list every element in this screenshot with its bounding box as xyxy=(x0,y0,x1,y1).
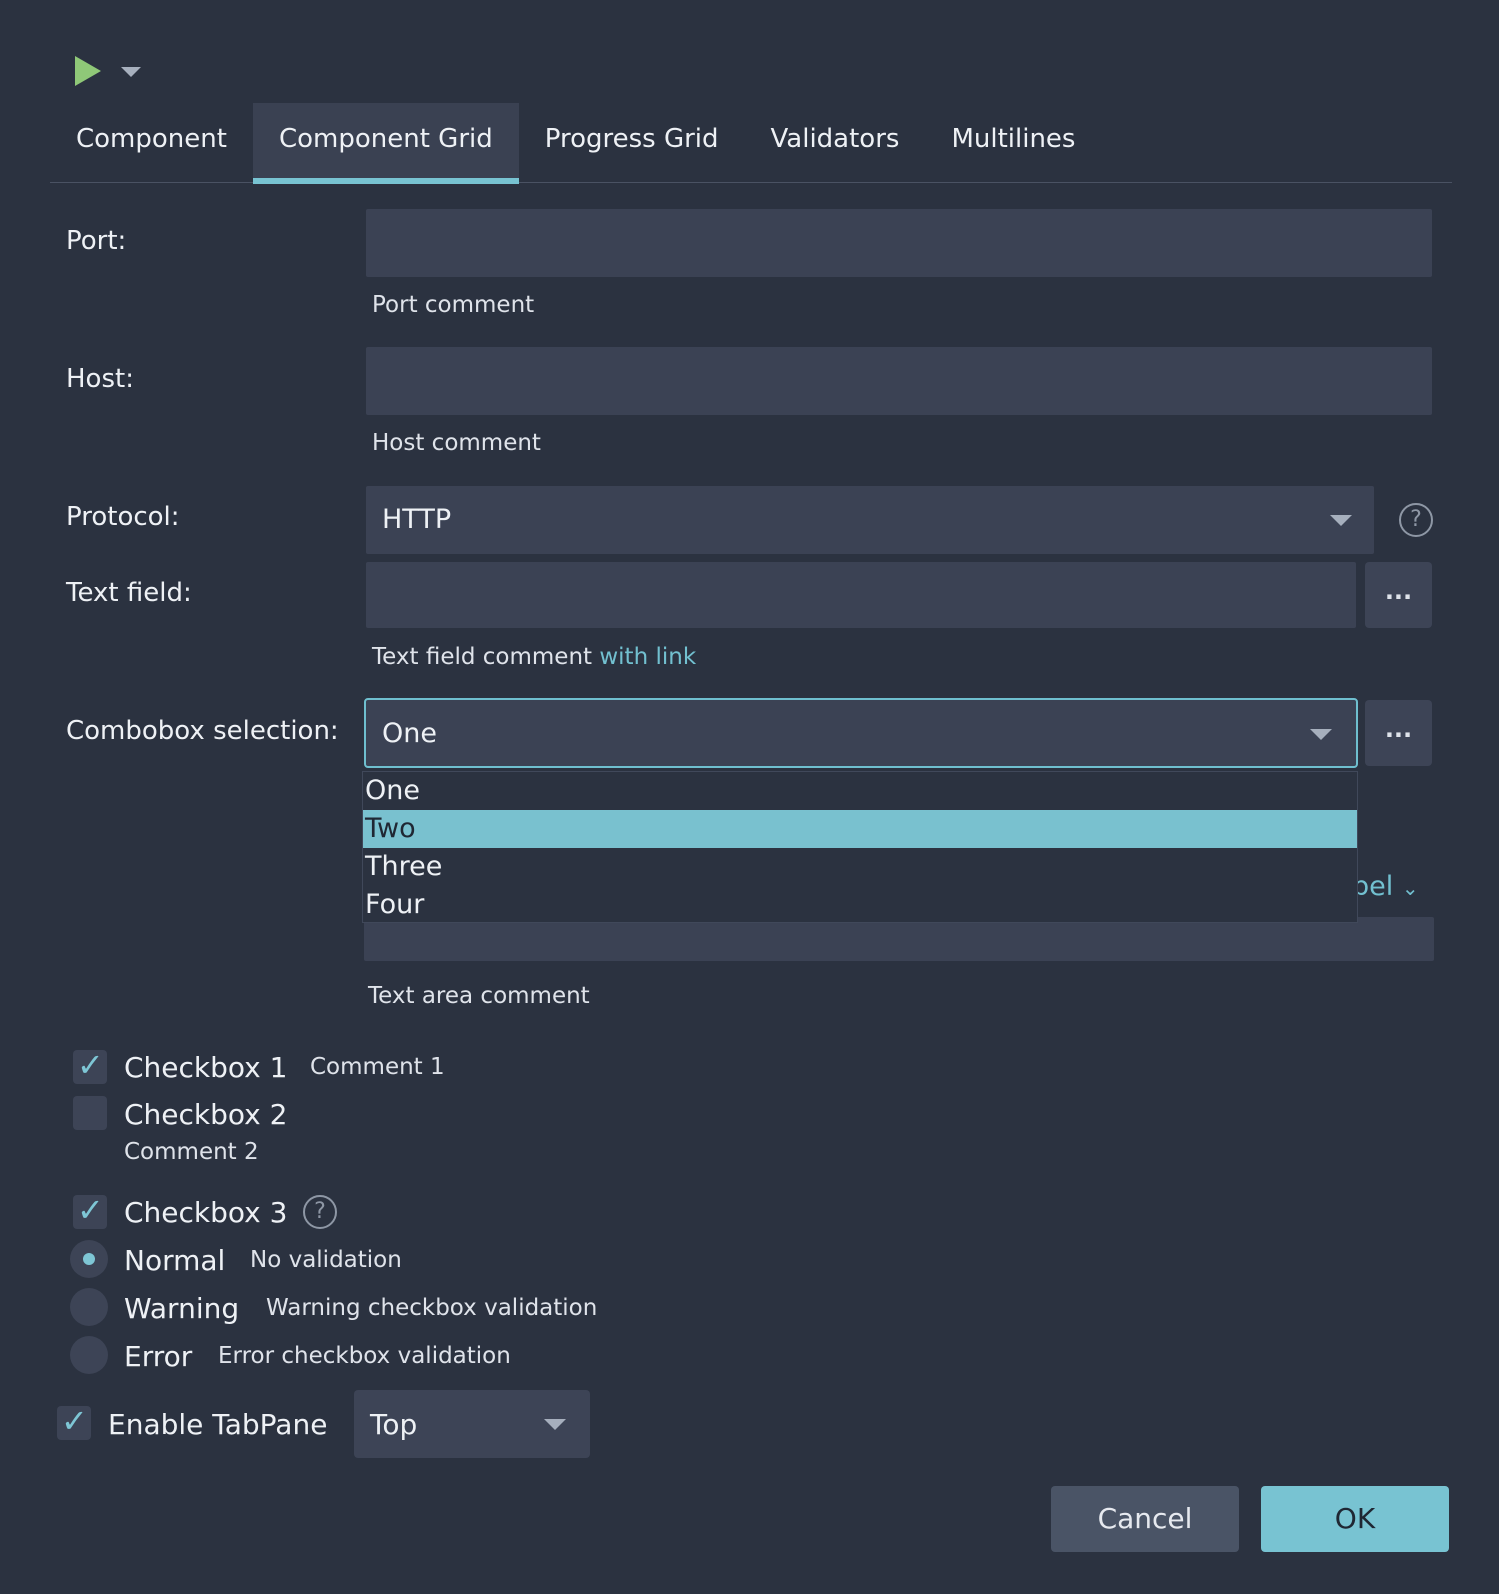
text-field-comment-text: Text field comment xyxy=(372,644,600,670)
help-icon[interactable]: ? xyxy=(303,1195,337,1229)
radio-normal-comment: No validation xyxy=(250,1247,402,1273)
chevron-down-icon: ⌄ xyxy=(1401,876,1419,900)
tab-bar: Component Component Grid Progress Grid V… xyxy=(50,103,1452,184)
enable-tabpane-label: Enable TabPane xyxy=(108,1408,328,1441)
chevron-down-icon xyxy=(1330,515,1352,526)
radio-error-comment: Error checkbox validation xyxy=(218,1343,511,1369)
host-comment: Host comment xyxy=(372,430,541,456)
checkbox-2-label: Checkbox 2 xyxy=(124,1098,288,1131)
host-label: Host: xyxy=(66,364,134,394)
tab-component-grid[interactable]: Component Grid xyxy=(252,103,519,184)
combo-option-one[interactable]: One xyxy=(363,772,1357,810)
port-input[interactable] xyxy=(366,209,1432,277)
chevron-down-icon[interactable] xyxy=(121,67,141,77)
tab-multilines[interactable]: Multilines xyxy=(925,103,1101,183)
protocol-select[interactable]: HTTP xyxy=(366,486,1374,554)
port-label: Port: xyxy=(66,226,127,256)
play-icon[interactable] xyxy=(75,56,101,86)
radio-error[interactable] xyxy=(70,1336,108,1374)
combo-popup: One Two Three Four xyxy=(362,771,1358,923)
protocol-value: HTTP xyxy=(382,504,452,535)
combo-option-three[interactable]: Three xyxy=(363,848,1357,886)
host-input[interactable] xyxy=(366,347,1432,415)
checkbox-2-comment: Comment 2 xyxy=(124,1139,259,1165)
comment-link[interactable]: with link xyxy=(599,644,696,670)
checkbox-1-label: Checkbox 1 xyxy=(124,1051,288,1084)
combo-select[interactable]: One xyxy=(364,698,1358,768)
radio-error-label: Error xyxy=(124,1340,193,1373)
radio-normal-label: Normal xyxy=(124,1244,226,1277)
text-field-input[interactable] xyxy=(366,562,1356,628)
checkbox-3-label: Checkbox 3 xyxy=(124,1196,288,1229)
checkbox-1[interactable] xyxy=(73,1046,107,1084)
combo-option-four[interactable]: Four xyxy=(363,886,1357,924)
tab-position-value: Top xyxy=(370,1408,418,1441)
checkbox-3[interactable] xyxy=(73,1191,107,1229)
tab-progress-grid[interactable]: Progress Grid xyxy=(519,103,745,183)
ok-button[interactable]: OK xyxy=(1261,1486,1449,1552)
tab-position-select[interactable]: Top xyxy=(354,1390,590,1458)
text-field-comment: Text field comment with link xyxy=(372,644,696,670)
hidden-label-link[interactable]: bel ⌄ xyxy=(1352,871,1419,902)
chevron-down-icon xyxy=(544,1419,566,1430)
enable-tabpane-checkbox[interactable] xyxy=(57,1402,91,1440)
text-field-label: Text field: xyxy=(66,578,192,608)
combo-browse-button[interactable]: ... xyxy=(1365,700,1432,766)
text-area-comment: Text area comment xyxy=(368,983,590,1009)
radio-warning-label: Warning xyxy=(124,1292,240,1325)
port-comment: Port comment xyxy=(372,292,535,318)
text-field-browse-button[interactable]: ... xyxy=(1365,562,1432,628)
tab-component[interactable]: Component xyxy=(50,103,253,183)
radio-normal[interactable] xyxy=(70,1240,108,1278)
checkbox-2[interactable] xyxy=(73,1096,107,1130)
combo-option-two[interactable]: Two xyxy=(363,810,1357,848)
cancel-button[interactable]: Cancel xyxy=(1051,1486,1239,1552)
radio-warning[interactable] xyxy=(70,1288,108,1326)
radio-warning-comment: Warning checkbox validation xyxy=(266,1295,598,1321)
help-icon[interactable]: ? xyxy=(1399,503,1433,537)
chevron-down-icon xyxy=(1310,729,1332,740)
tab-validators[interactable]: Validators xyxy=(745,103,926,183)
combo-label: Combobox selection: xyxy=(66,716,339,746)
protocol-label: Protocol: xyxy=(66,502,180,532)
combo-value: One xyxy=(382,718,437,749)
checkbox-1-comment: Comment 1 xyxy=(310,1054,445,1080)
